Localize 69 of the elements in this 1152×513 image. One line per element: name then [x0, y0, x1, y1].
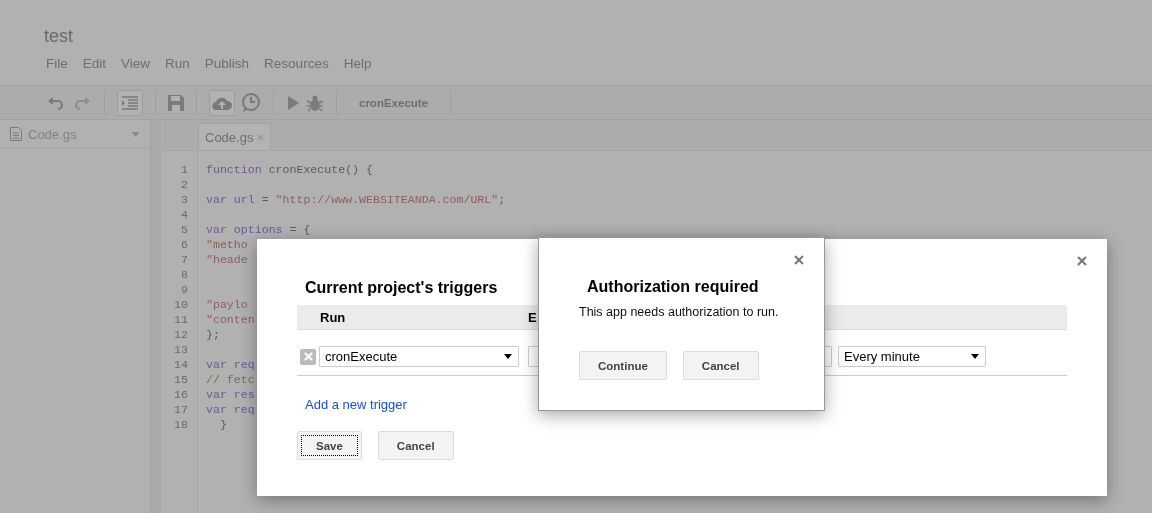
caret-icon	[971, 354, 979, 359]
save-icon[interactable]	[168, 94, 184, 111]
close-icon[interactable]	[794, 255, 804, 265]
code-line: "paylo	[206, 297, 248, 312]
menu-item[interactable]: Publish	[204, 56, 250, 71]
code-line: };	[206, 327, 220, 342]
code-line: var req	[206, 357, 255, 372]
code-line: function cronExecute() {	[206, 162, 373, 177]
caret-icon	[504, 354, 512, 359]
close-icon	[303, 352, 313, 361]
dialog-button[interactable]: Save	[297, 431, 362, 460]
line-number: 17	[173, 402, 189, 417]
line-number: 10	[173, 297, 189, 312]
menu-item[interactable]: View	[121, 56, 151, 71]
interval-select[interactable]: Every minute	[838, 346, 986, 367]
code-line: var url = "http://www.WEBSITEANDA.com/URL";	[206, 192, 506, 207]
play-icon[interactable]	[286, 95, 300, 110]
publish-button[interactable]	[209, 89, 235, 116]
code-line: }	[218, 417, 227, 432]
code-line: var options = {	[206, 222, 311, 237]
line-number: 6	[180, 237, 189, 252]
dialog-title: Authorization required	[587, 278, 759, 296]
line-number: 5	[180, 222, 189, 237]
code-line: "metho	[206, 237, 248, 252]
project-title: test	[44, 26, 74, 46]
line-number: 3	[180, 192, 189, 207]
line-number: 18	[173, 417, 189, 432]
line-number: 14	[173, 357, 189, 372]
dialog-title: Current project's triggers	[305, 279, 498, 297]
function-select[interactable]: cronExecute	[319, 346, 519, 367]
code-line: var res	[206, 387, 255, 402]
column-header: E	[528, 309, 537, 325]
menu-item[interactable]: File	[46, 56, 68, 71]
code-line: "heade	[206, 252, 248, 267]
menu-item[interactable]: Run	[165, 56, 190, 71]
editor-tab[interactable]: Code.gs	[198, 123, 272, 150]
file-icon	[10, 127, 22, 141]
line-number: 8	[180, 267, 189, 282]
dropdown-icon[interactable]	[131, 131, 140, 137]
line-number: 1	[180, 162, 189, 177]
code-line: "conten	[206, 312, 255, 327]
line-number: 12	[173, 327, 189, 342]
line-number: 15	[173, 372, 189, 387]
line-number: 9	[180, 282, 189, 297]
dialog-button[interactable]: Cancel	[377, 431, 454, 460]
indent-icon	[122, 95, 138, 110]
menu-item[interactable]: Resources	[264, 56, 329, 71]
code-line: // fetc	[206, 372, 255, 387]
delete-button[interactable]	[300, 348, 316, 365]
line-number: 4	[180, 207, 189, 222]
cloud-upload-icon	[212, 95, 232, 110]
dialog-button[interactable]: Continue	[579, 351, 667, 380]
add-trigger-link[interactable]: Add a new trigger	[305, 397, 407, 412]
dialog-message: This app needs authorization to run.	[579, 305, 780, 319]
menu-item[interactable]: Help	[343, 56, 372, 71]
code-line: var req	[206, 402, 255, 417]
line-number: 16	[173, 387, 189, 402]
clock-icon[interactable]	[241, 92, 261, 113]
function-selector[interactable]: cronExecute	[359, 96, 429, 109]
column-header: Run	[320, 309, 347, 325]
line-number: 7	[180, 252, 189, 267]
line-number: 2	[180, 177, 189, 192]
close-icon[interactable]	[1077, 256, 1087, 266]
dialog-button[interactable]: Cancel	[682, 351, 759, 380]
line-number: 11	[173, 312, 189, 327]
line-number: 13	[173, 342, 189, 357]
indent-button[interactable]	[117, 89, 143, 116]
menu-item[interactable]: Edit	[82, 56, 107, 71]
bug-icon[interactable]	[306, 93, 324, 112]
